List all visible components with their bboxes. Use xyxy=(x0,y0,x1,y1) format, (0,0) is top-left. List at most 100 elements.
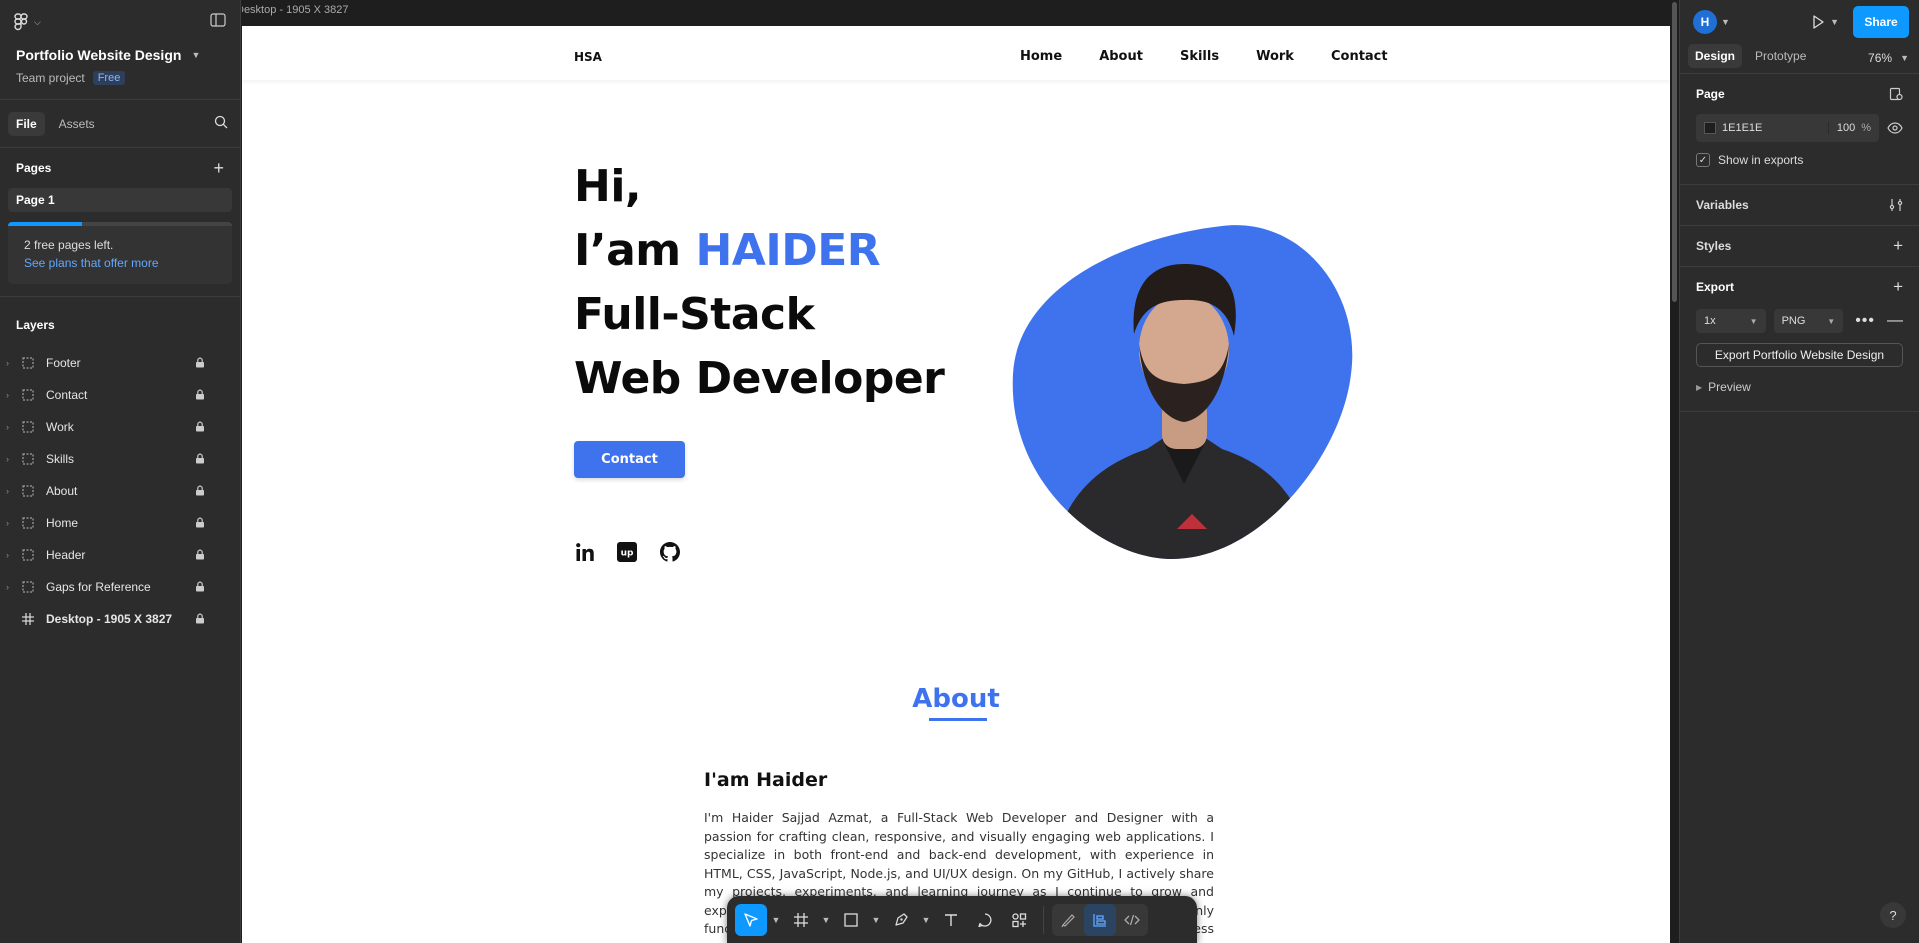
move-tool-button[interactable] xyxy=(735,904,767,936)
nav-home[interactable]: Home xyxy=(1020,49,1062,64)
layer-item[interactable]: › About xyxy=(0,475,240,507)
github-link[interactable] xyxy=(659,541,681,563)
desktop-frame[interactable]: HSA Home About Skills Work Contact Hi, I… xyxy=(242,26,1670,943)
lock-icon[interactable] xyxy=(195,357,205,371)
page-opacity-value[interactable]: 100 xyxy=(1827,122,1861,134)
tab-assets[interactable]: Assets xyxy=(51,112,103,136)
design-mode-button[interactable] xyxy=(1084,904,1116,936)
profile-photo[interactable] xyxy=(1012,224,1357,560)
chevron-right-icon[interactable]: › xyxy=(6,550,16,560)
frame-dashed-icon xyxy=(22,357,38,369)
see-plans-link[interactable]: See plans that offer more xyxy=(8,252,232,284)
chevron-down-icon[interactable]: ▼ xyxy=(1721,17,1730,27)
lock-icon[interactable] xyxy=(195,517,205,531)
project-title[interactable]: Portfolio Website Design ▼ xyxy=(0,47,240,63)
hero-name-line[interactable]: I’am HAIDER xyxy=(574,225,881,276)
hero-role-line-1[interactable]: Full-Stack xyxy=(574,289,815,340)
lock-icon[interactable] xyxy=(195,485,205,499)
about-subtitle[interactable]: I'am Haider xyxy=(704,769,827,791)
nav-about[interactable]: About xyxy=(1099,49,1143,64)
lock-icon[interactable] xyxy=(195,613,205,627)
add-export-button[interactable]: + xyxy=(1893,277,1903,297)
scrollbar-thumb[interactable] xyxy=(1672,2,1677,302)
checkbox-checked-icon[interactable]: ✓ xyxy=(1696,153,1710,167)
export-scale-select[interactable]: 1x ▼ xyxy=(1696,309,1766,333)
frame-tool-button[interactable] xyxy=(785,904,817,936)
page-settings-icon[interactable] xyxy=(1889,87,1903,101)
eye-icon[interactable] xyxy=(1887,121,1903,135)
site-header[interactable]: HSA Home About Skills Work Contact xyxy=(242,26,1670,80)
avatar[interactable]: H xyxy=(1693,10,1717,34)
lock-icon[interactable] xyxy=(195,453,205,467)
pen-tool-button[interactable] xyxy=(885,904,917,936)
nav-work[interactable]: Work xyxy=(1256,49,1294,64)
text-tool-button[interactable] xyxy=(935,904,967,936)
add-style-button[interactable]: + xyxy=(1893,236,1903,256)
move-tool-menu[interactable]: ▼ xyxy=(769,904,783,936)
site-logo[interactable]: HSA xyxy=(574,50,602,64)
search-button[interactable] xyxy=(214,115,228,134)
chevron-right-icon[interactable]: › xyxy=(6,582,16,592)
zoom-control[interactable]: 76% ▼ xyxy=(1868,51,1909,65)
shape-tool-menu[interactable]: ▼ xyxy=(869,904,883,936)
plan-badge[interactable]: Free xyxy=(92,71,126,85)
remove-export-button[interactable]: — xyxy=(1887,312,1903,330)
comment-tool-button[interactable] xyxy=(969,904,1001,936)
layer-item[interactable]: Desktop - 1905 X 3827 xyxy=(0,603,240,635)
share-button[interactable]: Share xyxy=(1853,6,1909,38)
chevron-right-icon[interactable]: › xyxy=(6,422,16,432)
shape-tool-button[interactable] xyxy=(835,904,867,936)
page-color-field[interactable]: 1E1E1E 100 % xyxy=(1696,114,1879,142)
actions-button[interactable] xyxy=(1003,904,1035,936)
variables-heading: Variables xyxy=(1696,198,1749,212)
color-swatch[interactable] xyxy=(1704,122,1716,134)
preview-toggle[interactable]: ▶ Preview xyxy=(1696,367,1903,407)
layer-item[interactable]: › Home xyxy=(0,507,240,539)
layer-item[interactable]: › Footer xyxy=(0,347,240,379)
dev-mode-button[interactable] xyxy=(1116,904,1148,936)
hero-role-line-2[interactable]: Web Developer xyxy=(574,353,945,404)
lock-icon[interactable] xyxy=(195,389,205,403)
canvas-scrollbar[interactable] xyxy=(1670,0,1679,943)
upwork-link[interactable]: up xyxy=(616,541,638,563)
lock-icon[interactable] xyxy=(195,421,205,435)
frame-label[interactable]: Desktop - 1905 X 3827 xyxy=(242,4,349,16)
hero-greeting[interactable]: Hi, xyxy=(574,161,642,212)
add-page-button[interactable]: + xyxy=(213,158,224,179)
variables-icon[interactable] xyxy=(1889,198,1903,212)
layer-item[interactable]: › Contact xyxy=(0,379,240,411)
draw-mode-button[interactable] xyxy=(1052,904,1084,936)
lock-icon[interactable] xyxy=(195,549,205,563)
canvas[interactable]: Desktop - 1905 X 3827 HSA Home About Ski… xyxy=(242,0,1679,943)
chevron-right-icon[interactable]: › xyxy=(6,486,16,496)
pen-tool-menu[interactable]: ▼ xyxy=(919,904,933,936)
chevron-right-icon[interactable]: › xyxy=(6,454,16,464)
about-section-title[interactable]: About xyxy=(242,684,1670,714)
show-in-exports-toggle[interactable]: ✓ Show in exports xyxy=(1696,142,1903,178)
chevron-right-icon[interactable]: › xyxy=(6,358,16,368)
toggle-sidebar-button[interactable] xyxy=(210,12,226,32)
page-item-page-1[interactable]: Page 1 xyxy=(8,188,232,212)
layer-item[interactable]: › Header xyxy=(0,539,240,571)
tab-prototype[interactable]: Prototype xyxy=(1748,44,1813,68)
present-button[interactable]: ▼ xyxy=(1810,14,1839,30)
comment-tool-icon xyxy=(978,913,992,928)
layer-item[interactable]: › Skills xyxy=(0,443,240,475)
main-menu-button[interactable]: ⌵ xyxy=(14,13,41,31)
more-options-icon[interactable]: ••• xyxy=(1855,312,1875,330)
chevron-right-icon[interactable]: › xyxy=(6,390,16,400)
nav-skills[interactable]: Skills xyxy=(1180,49,1219,64)
hero-contact-button[interactable]: Contact xyxy=(574,441,685,478)
linkedin-link[interactable] xyxy=(574,541,596,563)
tab-design[interactable]: Design xyxy=(1688,43,1743,68)
layer-item[interactable]: › Gaps for Reference xyxy=(0,571,240,603)
frame-tool-menu[interactable]: ▼ xyxy=(819,904,833,936)
tab-file[interactable]: File xyxy=(8,111,45,136)
export-format-select[interactable]: PNG ▼ xyxy=(1773,309,1844,333)
chevron-right-icon[interactable]: › xyxy=(6,518,16,528)
export-button[interactable]: Export Portfolio Website Design xyxy=(1696,343,1903,367)
help-button[interactable]: ? xyxy=(1880,902,1906,928)
layer-item[interactable]: › Work xyxy=(0,411,240,443)
lock-icon[interactable] xyxy=(195,581,205,595)
nav-contact[interactable]: Contact xyxy=(1331,49,1388,64)
